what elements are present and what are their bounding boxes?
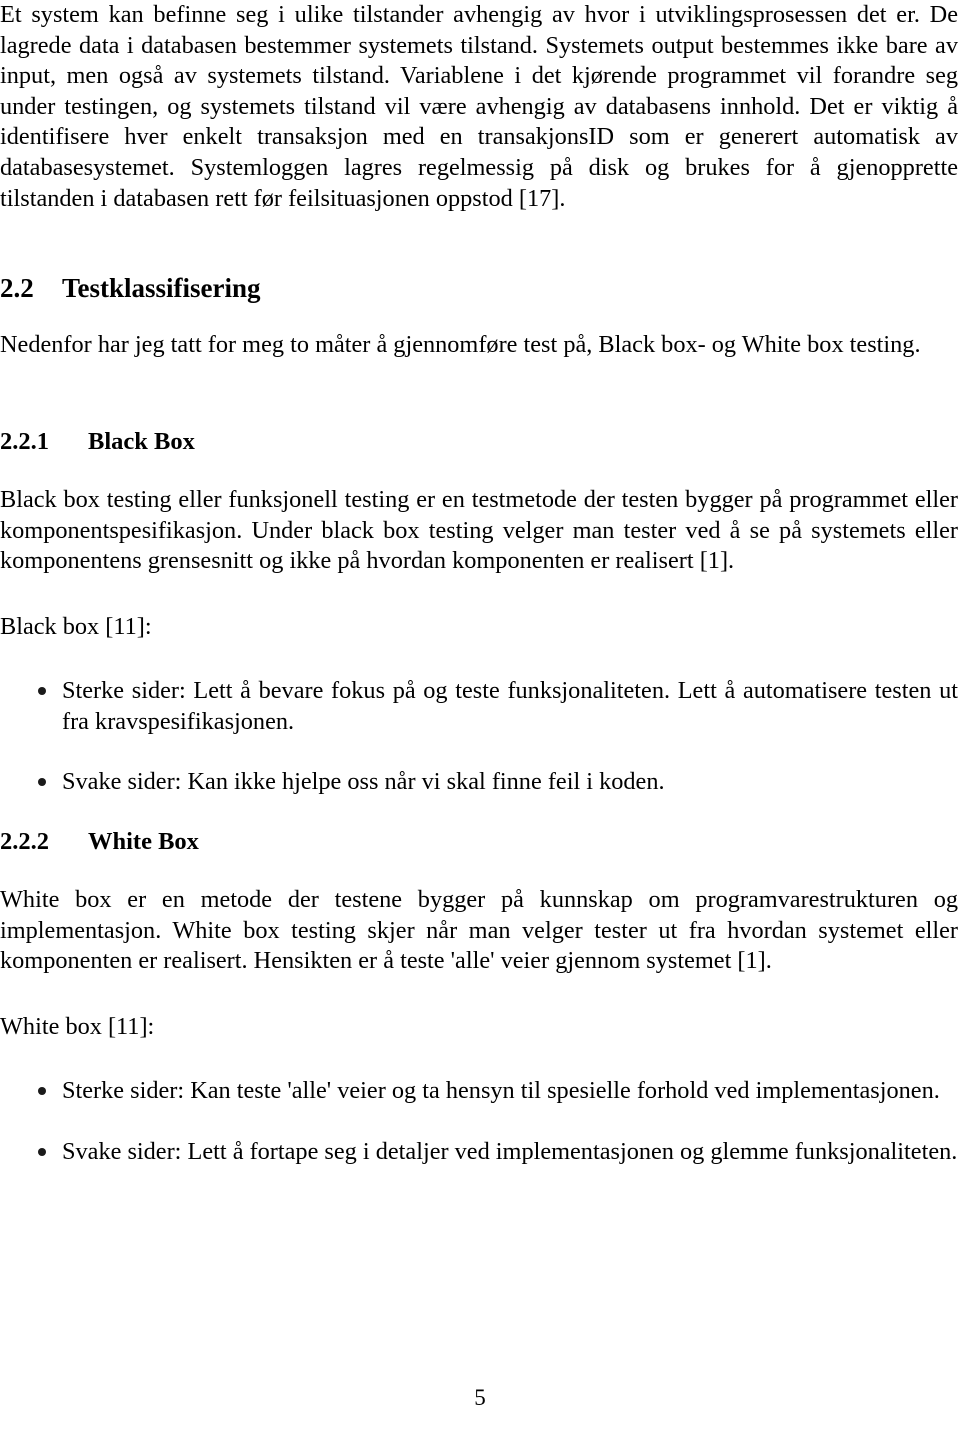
- paragraph-system-state: Et system kan befinne seg i ulike tilsta…: [0, 0, 958, 214]
- list-item-text: Sterke sider: Kan teste 'alle' veier og …: [62, 1077, 940, 1104]
- paragraph-text: White box [11]:: [0, 1013, 155, 1040]
- paragraph-black-box-body: Black box testing eller funksjonell test…: [0, 485, 958, 577]
- list-item-text: Svake sider: Kan ikke hjelpe oss når vi …: [62, 768, 665, 796]
- paragraph-testklassifisering-intro: Nedenfor har jeg tatt for meg to måter å…: [0, 330, 958, 361]
- paragraph-text: Black box [11]:: [0, 613, 152, 640]
- section-title: Testklassifisering: [62, 273, 261, 303]
- bullet-icon: [38, 1087, 46, 1095]
- bullet-icon: [38, 687, 46, 695]
- subsection-number: 2.2.1: [0, 428, 49, 455]
- list-item: Sterke sider: Lett å bevare fokus på og …: [0, 676, 958, 737]
- paragraph-text: Black box testing eller funksjonell test…: [0, 486, 958, 575]
- bullet-icon: [38, 1147, 46, 1156]
- bullet-icon: [38, 778, 46, 787]
- white-box-bullet-list: Sterke sider: Kan teste 'alle' veier og …: [0, 1076, 958, 1167]
- subsection-heading-2-2-1: 2.2.1 Black Box: [0, 427, 958, 457]
- list-item: Svake sider: Lett å fortape seg i detalj…: [0, 1137, 958, 1168]
- paragraph-text: Et system kan befinne seg i ulike tilsta…: [0, 1, 958, 212]
- subsection-title: White Box: [88, 828, 199, 855]
- paragraph-white-box-body: White box er en metode der testene bygge…: [0, 885, 958, 977]
- paragraph-text: Nedenfor har jeg tatt for meg to måter å…: [0, 331, 921, 358]
- list-item: Sterke sider: Kan teste 'alle' veier og …: [0, 1076, 958, 1107]
- list-item-text: Svake sider: Lett å fortape seg i detalj…: [62, 1137, 958, 1165]
- black-box-list-lead: Black box [11]:: [0, 612, 958, 643]
- section-number: 2.2: [0, 273, 34, 303]
- page-number: 5: [474, 1385, 486, 1410]
- section-heading-2-2: 2.2 Testklassifisering: [0, 272, 958, 304]
- black-box-bullet-list: Sterke sider: Lett å bevare fokus på og …: [0, 676, 958, 798]
- document-page: Et system kan befinne seg i ulike tilsta…: [0, 0, 960, 1440]
- subsection-heading-2-2-2: 2.2.2 White Box: [0, 827, 958, 857]
- subsection-number: 2.2.2: [0, 828, 49, 855]
- list-item: Svake sider: Kan ikke hjelpe oss når vi …: [0, 767, 958, 798]
- white-box-list-lead: White box [11]:: [0, 1012, 958, 1043]
- subsection-title: Black Box: [88, 428, 195, 455]
- paragraph-text: White box er en metode der testene bygge…: [0, 886, 958, 975]
- list-item-text: Sterke sider: Lett å bevare fokus på og …: [62, 677, 958, 735]
